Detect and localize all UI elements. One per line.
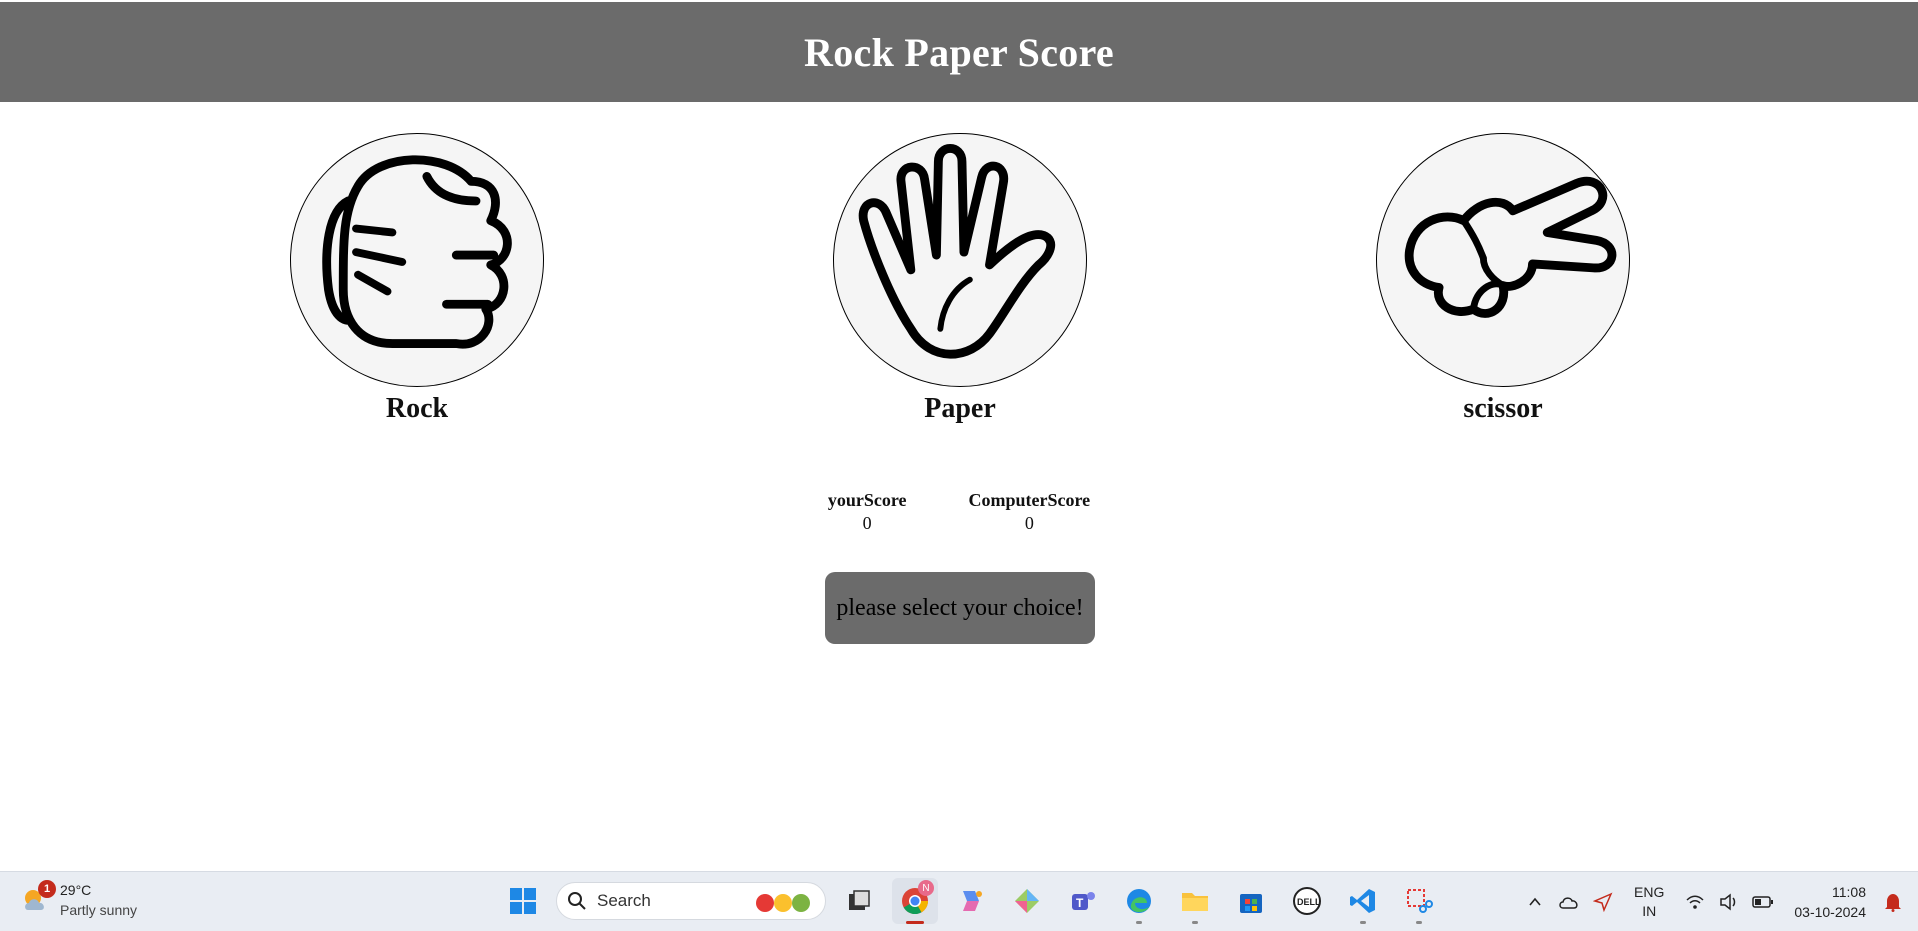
scissor-choice[interactable]: scissor <box>1376 133 1630 425</box>
scissor-hand-icon <box>1404 176 1617 318</box>
volume-button[interactable] <box>1714 887 1744 917</box>
taskbar-apps: Search N T DELL <box>500 878 1442 924</box>
scissor-label: scissor <box>1463 393 1543 424</box>
user-score-title: yourScore <box>827 490 907 510</box>
search-icon <box>568 892 586 910</box>
user-score: yourScore 0 <box>828 490 907 534</box>
start-button[interactable] <box>500 878 546 924</box>
svg-text:DELL: DELL <box>1297 897 1321 907</box>
clock[interactable]: 11:08 03-10-2024 <box>1794 882 1866 922</box>
edge-icon <box>1127 889 1151 913</box>
app-page: Rock Paper Score Rock Paper scissor your… <box>0 0 1918 871</box>
app-diamond-button[interactable] <box>1004 878 1050 924</box>
running-indicator <box>1136 921 1142 924</box>
location-button[interactable] <box>1588 887 1618 917</box>
running-indicator <box>1192 921 1198 924</box>
chrome-profile-badge: N <box>918 880 934 896</box>
search-placeholder: Search <box>597 891 651 910</box>
scissor-image[interactable] <box>1376 133 1630 387</box>
fruits-icon <box>756 894 810 912</box>
show-hidden-icons-button[interactable] <box>1520 887 1550 917</box>
bell-icon <box>1885 893 1901 912</box>
file-explorer-button[interactable] <box>1172 878 1218 924</box>
score-board: yourScore 0 ComputerScore 0 <box>0 490 1918 534</box>
paper-label: Paper <box>924 393 996 424</box>
vscode-icon <box>1350 889 1375 913</box>
rock-choice[interactable]: Rock <box>290 133 544 425</box>
paper-image[interactable] <box>833 133 1087 387</box>
diamond-app-icon <box>1015 889 1039 913</box>
page-title: Rock Paper Score <box>804 29 1114 75</box>
chevron-up-icon <box>1529 897 1541 906</box>
rock-fist-icon <box>322 155 512 349</box>
teams-button[interactable]: T <box>1060 878 1106 924</box>
weather-condition: Partly sunny <box>60 902 138 918</box>
folder-icon <box>1182 893 1208 911</box>
weather-badge: 1 <box>38 880 56 898</box>
rock-label: Rock <box>385 393 449 424</box>
battery-button[interactable] <box>1748 887 1778 917</box>
clock-date: 03-10-2024 <box>1794 903 1866 920</box>
taskbar-search[interactable]: Search <box>556 882 826 920</box>
running-indicator <box>1360 921 1366 924</box>
computer-score: ComputerScore 0 <box>969 490 1091 534</box>
page-header: Rock Paper Score <box>0 2 1918 102</box>
windows-logo-icon <box>510 888 536 914</box>
chrome-button[interactable]: N <box>892 878 938 924</box>
clock-time: 11:08 <box>1832 883 1866 900</box>
store-icon <box>1240 894 1262 913</box>
location-arrow-icon <box>1593 892 1613 912</box>
svg-text:T: T <box>1076 896 1084 910</box>
windows-taskbar: 1 29°C Partly sunny Search N T DELL ENG … <box>0 871 1918 931</box>
snipping-tool-icon <box>1407 889 1433 913</box>
onedrive-button[interactable] <box>1554 887 1584 917</box>
paper-hand-icon <box>858 144 1056 359</box>
store-button[interactable] <box>1228 878 1274 924</box>
copilot-button[interactable] <box>948 878 994 924</box>
task-view-button[interactable] <box>836 878 882 924</box>
computer-score-value: 0 <box>1024 513 1034 533</box>
user-score-value: 0 <box>862 513 872 533</box>
notifications-button[interactable] <box>1878 887 1908 917</box>
system-tray: ENG IN 11:08 03-10-2024 <box>1518 872 1918 931</box>
battery-icon <box>1752 895 1774 908</box>
copilot-icon <box>963 891 982 911</box>
weather-widget[interactable]: 1 29°C Partly sunny <box>20 880 137 920</box>
computer-score-title: ComputerScore <box>968 490 1091 510</box>
active-indicator <box>906 921 924 924</box>
paper-choice[interactable]: Paper <box>833 133 1087 425</box>
wifi-icon <box>1686 895 1704 909</box>
cloud-icon <box>1559 896 1578 909</box>
speaker-icon <box>1720 892 1736 911</box>
task-view-icon <box>849 890 870 910</box>
partly-sunny-icon: 1 <box>20 880 56 916</box>
dell-icon: DELL <box>1293 887 1321 915</box>
region-code: IN <box>1642 902 1657 919</box>
vscode-button[interactable] <box>1340 878 1386 924</box>
wifi-button[interactable] <box>1680 887 1710 917</box>
rock-image[interactable] <box>290 133 544 387</box>
edge-button[interactable] <box>1116 878 1162 924</box>
teams-icon: T <box>1072 892 1095 910</box>
message-box: please select your choice! <box>825 572 1095 644</box>
language-code: ENG <box>1634 883 1665 900</box>
running-indicator <box>1416 921 1422 924</box>
language-indicator[interactable]: ENG IN <box>1634 883 1664 921</box>
dell-button[interactable]: DELL <box>1284 878 1330 924</box>
weather-temp: 29°C <box>60 882 92 898</box>
snipping-tool-button[interactable] <box>1396 878 1442 924</box>
